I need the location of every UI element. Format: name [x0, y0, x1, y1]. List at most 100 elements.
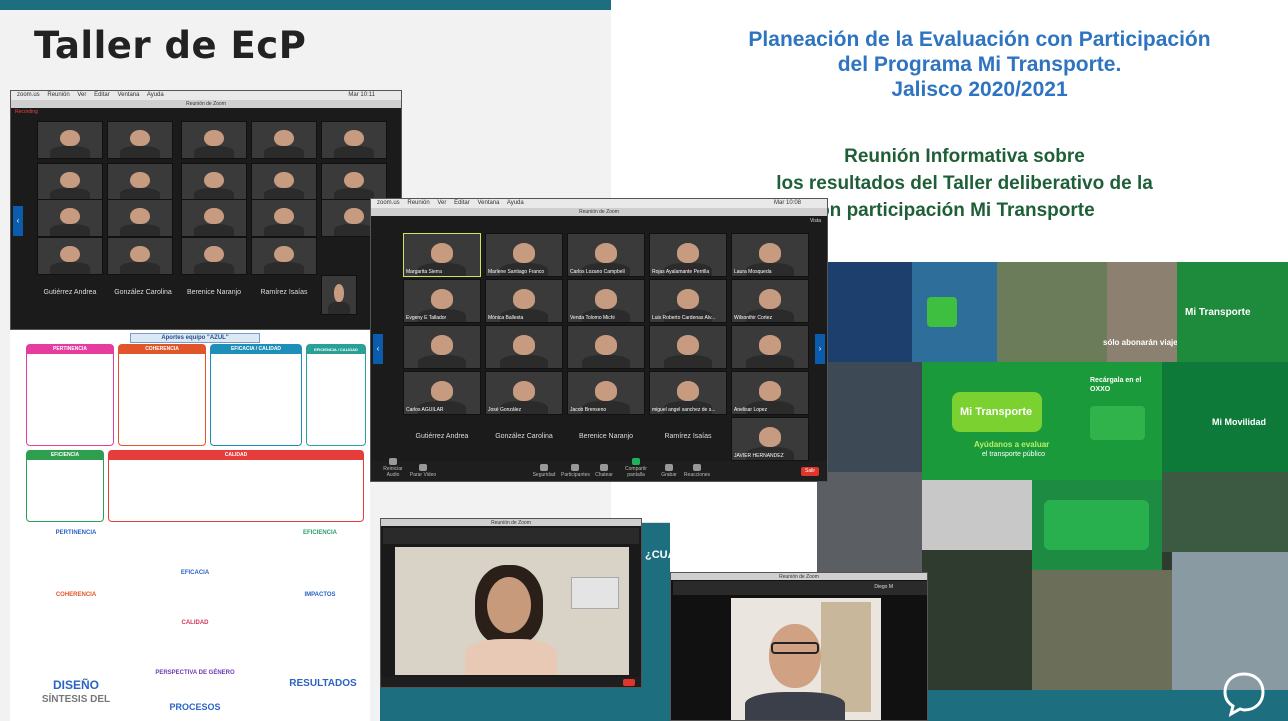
- menu-ver[interactable]: Ver: [77, 92, 86, 98]
- mi-transporte-logo-text: Mi Transporte: [960, 406, 1033, 418]
- tile-name: Laura Mosqueda: [734, 269, 772, 275]
- video-button[interactable]: Parar Video: [409, 464, 437, 478]
- zoom-window-speaker-2[interactable]: Reunión de Zoom Diego M: [670, 572, 928, 721]
- poster-box-coherencia: COHERENCIA: [118, 344, 206, 446]
- reactions-button[interactable]: Reacciones: [683, 464, 711, 478]
- zoom-window-speaker-1[interactable]: Reunión de Zoom: [380, 518, 642, 688]
- shield-icon: [540, 464, 548, 471]
- video-tile: Mónica Ballesta: [485, 279, 563, 323]
- video-tile: [485, 325, 563, 369]
- menu-reunion[interactable]: Reunión: [47, 92, 69, 98]
- video-tile: miguel angel sanchez de s...: [649, 371, 727, 415]
- video-tile: Evgeny E Tallador: [403, 279, 481, 323]
- video-tile: [321, 275, 357, 315]
- video-tile: [37, 121, 103, 159]
- menu-editar[interactable]: Editar: [94, 92, 110, 98]
- video-tile: [649, 325, 727, 369]
- chat-button[interactable]: Chatear: [593, 464, 615, 478]
- bottom-participant-name: González Carolina: [495, 433, 553, 440]
- solo-abonaran-text: sólo abonarán viaje.: [1103, 338, 1180, 347]
- poster-box-heading: EFICIENCIA / CALIDAD: [307, 345, 365, 354]
- lower-heading-impactos: IMPACTOS: [304, 592, 336, 598]
- video-tile: Venda Tolomo Michi: [567, 279, 645, 323]
- video-tile: Wilsonthir Cortez: [731, 279, 809, 323]
- zoom-window-title: Reunión de Zoom: [371, 208, 827, 216]
- prev-page-arrow-icon[interactable]: ‹: [373, 334, 383, 364]
- leave-button-small[interactable]: [623, 679, 635, 686]
- view-button[interactable]: Vista: [810, 218, 821, 224]
- poster-box-heading: PERTINENCIA: [27, 345, 113, 354]
- video-tile: [181, 199, 247, 237]
- zoom-window-front[interactable]: zoom.us Reunión Ver Editar Ventana Ayuda…: [370, 198, 828, 482]
- menu-ayuda[interactable]: Ayuda: [507, 200, 524, 206]
- video-tile: [181, 121, 247, 159]
- speaker-video-2: [731, 598, 881, 720]
- collage-photo-bus: [1032, 480, 1162, 570]
- composite-screen: Planeación de la Evaluación con Particip…: [0, 0, 1288, 721]
- bottom-participant-name: Berenice Naranjo: [186, 289, 242, 296]
- zoom-toolbar: Reiniciar Audio Parar Video Seguridad Pa…: [371, 458, 827, 481]
- speaker-body: [465, 639, 557, 675]
- menu-zoom[interactable]: zoom.us: [377, 200, 400, 206]
- thumbnail-strip: [383, 528, 639, 544]
- poster-box-pertinencia: PERTINENCIA: [26, 344, 114, 446]
- share-screen-button[interactable]: Compartir pantalla: [619, 458, 653, 478]
- record-button[interactable]: Grabar: [659, 464, 679, 478]
- poster-header: Aportes equipo "AZUL": [130, 333, 260, 343]
- collage-photo-6: [817, 362, 922, 472]
- menu-reunion[interactable]: Reunión: [407, 200, 429, 206]
- next-page-arrow-icon[interactable]: ›: [815, 334, 825, 364]
- video-tile: [37, 199, 103, 237]
- user-label: Diego M: [874, 584, 893, 590]
- microphone-icon: [389, 458, 397, 465]
- participants-button[interactable]: Participantes: [561, 464, 590, 478]
- mi-movilidad-label: Mi Movilidad: [1212, 417, 1266, 427]
- speaker-face-2: [769, 624, 821, 688]
- poster-box-heading: CALIDAD: [109, 451, 363, 460]
- mac-menu-bar: zoom.us Reunión Ver Editar Ventana Ayuda…: [11, 91, 401, 100]
- label-diseno: DISEÑO: [52, 678, 99, 692]
- tile-name: Jacob Brenseno: [570, 407, 607, 413]
- tile-name: Evgeny E Tallador: [406, 315, 447, 321]
- video-tile: [321, 121, 387, 159]
- poster-box-heading: EFICACIA / CALIDAD: [211, 345, 301, 354]
- zoom-window-title: Reunión de Zoom: [381, 519, 641, 526]
- menu-editar[interactable]: Editar: [454, 200, 470, 206]
- menu-ver[interactable]: Ver: [437, 200, 446, 206]
- lower-heading-genero: PERSPECTIVA DE GÉNERO: [155, 670, 235, 676]
- video-tile: [251, 237, 317, 275]
- tile-name: Mónica Ballesta: [488, 315, 524, 321]
- bottom-participant-name: Gutiérrez Andrea: [415, 433, 469, 440]
- menu-ventana[interactable]: Ventana: [117, 92, 139, 98]
- menu-ventana[interactable]: Ventana: [477, 200, 499, 206]
- chat-bubble-logo-icon: [1223, 672, 1265, 717]
- menu-ayuda[interactable]: Ayuda: [147, 92, 164, 98]
- video-tile: Anelisar Lopez: [731, 371, 809, 415]
- zoom-window-back[interactable]: zoom.us Reunión Ver Editar Ventana Ayuda…: [10, 90, 402, 330]
- poster-box-eficiencia: EFICIENCIA: [26, 450, 104, 522]
- tile-name: Carlos Lozano Campbell: [570, 269, 625, 275]
- video-tile: [37, 237, 103, 275]
- zoom-toolbar-small: [381, 677, 641, 687]
- menu-zoom[interactable]: zoom.us: [17, 92, 40, 98]
- audio-button[interactable]: Reiniciar Audio: [379, 458, 407, 478]
- poster-box-eficiencia-calidad: EFICIENCIA / CALIDAD: [306, 344, 366, 446]
- collage-photo-9: [922, 480, 1032, 550]
- menu-clock: Mar 10:08: [773, 200, 801, 206]
- video-tile: Laura Mosqueda: [731, 233, 809, 277]
- tile-name: Venda Tolomo Michi: [570, 315, 615, 321]
- video-tile: Marlene Santiago Franco: [485, 233, 563, 277]
- collage-photo-group: [1032, 570, 1172, 690]
- leave-button[interactable]: Salir: [801, 467, 819, 476]
- mac-menu-bar: zoom.us Reunión Ver Editar Ventana Ayuda…: [371, 199, 827, 208]
- collage-photo-3: [997, 262, 1107, 362]
- collage-photo-10: [1162, 472, 1288, 552]
- bottom-participant-name: Ramírez Isaías: [664, 433, 712, 440]
- prev-page-arrow-icon[interactable]: ‹: [13, 206, 23, 236]
- zoom-window-title: Reunión de Zoom: [671, 573, 927, 580]
- video-tile: [403, 325, 481, 369]
- glasses-shape: [771, 642, 819, 654]
- security-button[interactable]: Seguridad: [531, 464, 557, 478]
- ayudanos-text: Ayúdanos a evaluar: [974, 440, 1050, 449]
- video-tile: Carlos Lozano Campbell: [567, 233, 645, 277]
